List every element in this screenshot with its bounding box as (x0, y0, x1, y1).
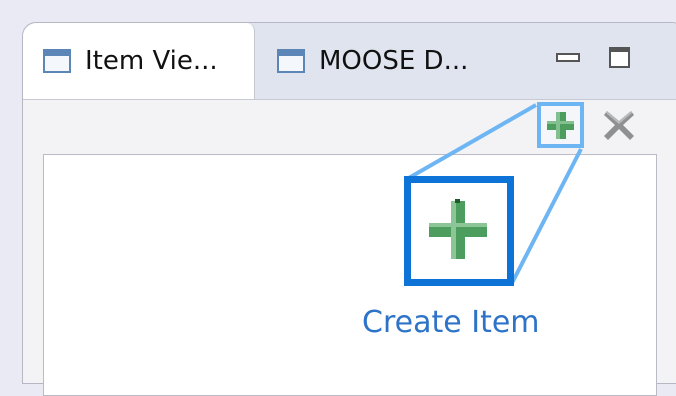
create-item-callout-box (404, 176, 514, 286)
callout-lines (406, 103, 583, 284)
create-item-label: Create Item (362, 305, 540, 340)
add-plus-icon (429, 199, 487, 259)
